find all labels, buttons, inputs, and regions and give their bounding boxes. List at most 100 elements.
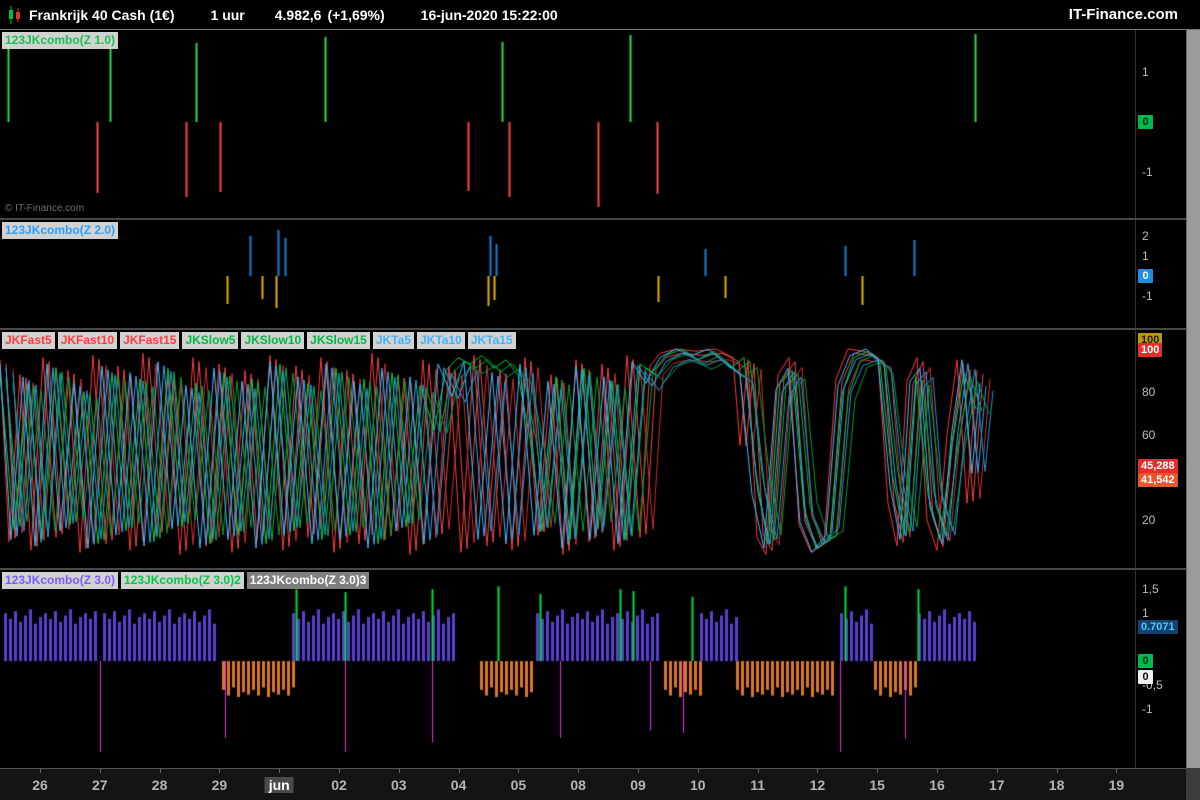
indicator-label-chip[interactable]: JKTa10 (417, 332, 465, 349)
last-price: 4.982,6 (274, 6, 322, 23)
time-axis-label: 18 (1048, 777, 1065, 793)
indicator-label-chip[interactable]: JKFast10 (57, 332, 118, 349)
time-axis-label: 29 (211, 777, 228, 793)
panel-1-price-axis[interactable]: 1 -1 0 (1135, 30, 1186, 218)
y-axis-label: -1 (1142, 702, 1153, 717)
time-axis-label: 03 (391, 777, 407, 793)
time-axis-tick (638, 769, 639, 773)
panel-1-plot-area[interactable]: 123JKcombo(Z 1.0) © IT-Finance.com (0, 30, 1135, 218)
vertical-scrollbar[interactable] (1186, 30, 1200, 768)
y-axis-value-badge: 100 (1138, 343, 1163, 358)
indicator-label-chip[interactable]: JKFast15 (120, 332, 180, 349)
y-axis-value-badge: 0 (1138, 269, 1153, 283)
indicator-label-chip[interactable]: JKSlow5 (182, 332, 239, 349)
time-axis-label: 26 (32, 777, 48, 793)
y-axis-label: 2 (1142, 229, 1149, 243)
panel-2-price-axis[interactable]: 2 1 -1 0 (1135, 220, 1186, 328)
panel-4-plot-area[interactable]: 123JKcombo(Z 3.0) 123JKcombo(Z 3.0)2 123JK… (0, 570, 1135, 768)
time-axis-tick (996, 769, 998, 773)
panel-2-canvas[interactable] (0, 220, 1135, 328)
y-axis-label: -1 (1142, 289, 1153, 303)
copyright-watermark: © IT-Finance.com (5, 203, 85, 214)
y-axis-label: 80 (1142, 384, 1156, 399)
time-axis-tick (937, 769, 938, 773)
y-axis-value-badge: 0 (1138, 115, 1153, 129)
time-axis-tick (339, 769, 340, 773)
panel-3-canvas[interactable] (0, 330, 1135, 568)
time-axis[interactable]: 26 27 28 29 jun 02 03 04 05 08 09 10 11 12 15 16 17 18 19 (0, 768, 1186, 800)
time-axis-tick (757, 769, 759, 773)
panel-4-canvas[interactable] (0, 570, 1135, 768)
indicator-label-chip[interactable]: JKTa15 (467, 332, 516, 349)
time-axis-tick (279, 769, 281, 773)
time-axis-label: 15 (869, 777, 885, 793)
time-axis-label: 27 (92, 777, 108, 793)
y-axis-label: 20 (1142, 513, 1156, 528)
y-axis-label: 60 (1142, 427, 1156, 442)
panel-2-indicator-labels: 123JKcombo(Z 2.0) (2, 222, 119, 239)
y-axis-label: 1,5 (1142, 582, 1159, 597)
panel-3-plot-area[interactable]: JKFast5 JKFast10 JKFast15 JKSlow5 JKSlow10 JK… (0, 330, 1135, 568)
indicator-panel-2: 123JKcombo(Z 2.0) 2 1 -1 0 (0, 220, 1186, 328)
time-axis-tick (219, 769, 221, 773)
y-axis-value-badge: 0.7071 (1138, 620, 1178, 635)
indicator-label-chip[interactable]: 123JKcombo(Z 1.0) (2, 32, 119, 49)
panel-3-indicator-labels: JKFast5 JKFast10 JKFast15 JKSlow5 JKSlow10 JK… (2, 332, 516, 349)
indicator-panel-3: JKFast5 JKFast10 JKFast15 JKSlow5 JKSlow10 JK… (0, 330, 1186, 568)
time-axis-label: 17 (989, 777, 1005, 793)
time-axis-tick (697, 769, 699, 773)
panel-1-canvas[interactable] (0, 30, 1135, 218)
panel-4-price-axis[interactable]: 1,5 1 -0,5 -1 0.7071 0 0 (1135, 570, 1186, 768)
panel-2-plot-area[interactable]: 123JKcombo(Z 2.0) (0, 220, 1135, 328)
time-axis-tick (40, 769, 41, 773)
time-axis-label: 10 (690, 777, 706, 793)
time-axis-label: 09 (630, 777, 646, 793)
time-axis-tick (398, 769, 400, 773)
time-axis-label: 19 (1108, 777, 1125, 793)
time-axis-label: 02 (331, 777, 347, 793)
instrument-name: Frankrijk 40 Cash (1€) (29, 6, 175, 23)
indicator-panel-1: 123JKcombo(Z 1.0) © IT-Finance.com 1 -1 0 (0, 30, 1186, 218)
time-axis-label: 28 (151, 777, 168, 793)
indicator-label-chip[interactable]: JKSlow15 (307, 332, 370, 349)
indicator-label-chip[interactable]: 123JKcombo(Z 2.0) (2, 222, 119, 239)
chart-application: Frankrijk 40 Cash (1€) 1 uur 4.982,6 (+1… (0, 0, 1200, 800)
time-axis-tick (99, 769, 101, 773)
y-axis-label: 1 (1142, 249, 1149, 263)
indicator-label-chip[interactable]: JKFast5 (2, 332, 55, 349)
indicator-label-chip[interactable]: JKTa5 (372, 332, 414, 349)
indicator-label-chip[interactable]: 123JKcombo(Z 3.0)3 (246, 572, 370, 589)
indicator-label-chip[interactable]: 123JKcombo(Z 3.0)2 (121, 572, 244, 589)
time-axis-tick (578, 769, 580, 773)
panel-4-indicator-labels: 123JKcombo(Z 3.0) 123JKcombo(Z 3.0)2 123JK… (2, 572, 370, 589)
time-axis-label: 12 (809, 777, 826, 793)
y-axis-value-badge: 45,288 (1138, 459, 1178, 474)
time-axis-label: 08 (570, 777, 586, 793)
time-axis-tick (1116, 769, 1118, 773)
price-change: (+1,69%) (327, 6, 385, 23)
indicator-label-chip[interactable]: 123JKcombo(Z 3.0) (2, 572, 119, 589)
y-axis-value-badge: 0 (1138, 654, 1153, 669)
time-axis-label: 04 (450, 777, 467, 793)
y-axis-label: -1 (1142, 165, 1153, 179)
y-axis-label: 1 (1142, 65, 1149, 79)
time-axis-tick (877, 769, 879, 773)
panel-3-price-axis[interactable]: 8060402010010045,28841,542 (1135, 330, 1186, 568)
time-axis-label: 11 (750, 777, 765, 793)
candlestick-icon (8, 5, 21, 24)
header: Frankrijk 40 Cash (1€) 1 uur 4.982,6 (+1… (0, 0, 1200, 30)
time-axis-tick (518, 769, 520, 773)
time-axis-label: jun (264, 777, 294, 793)
time-axis-tick (1056, 769, 1058, 773)
panel-1-indicator-labels: 123JKcombo(Z 1.0) (2, 32, 119, 49)
indicator-label-chip[interactable]: JKSlow10 (241, 332, 305, 349)
y-axis-label: 1 (1142, 606, 1149, 621)
indicator-panel-4: 123JKcombo(Z 3.0) 123JKcombo(Z 3.0)2 123JK… (0, 570, 1186, 768)
time-axis-tick (817, 769, 819, 773)
time-axis-label: 16 (929, 777, 945, 793)
time-axis-tick (458, 769, 460, 773)
scrollbar-corner (1186, 768, 1200, 800)
time-axis-label: 05 (510, 777, 527, 793)
timeframe: 1 uur (210, 6, 245, 23)
time-axis-tick (159, 769, 161, 773)
